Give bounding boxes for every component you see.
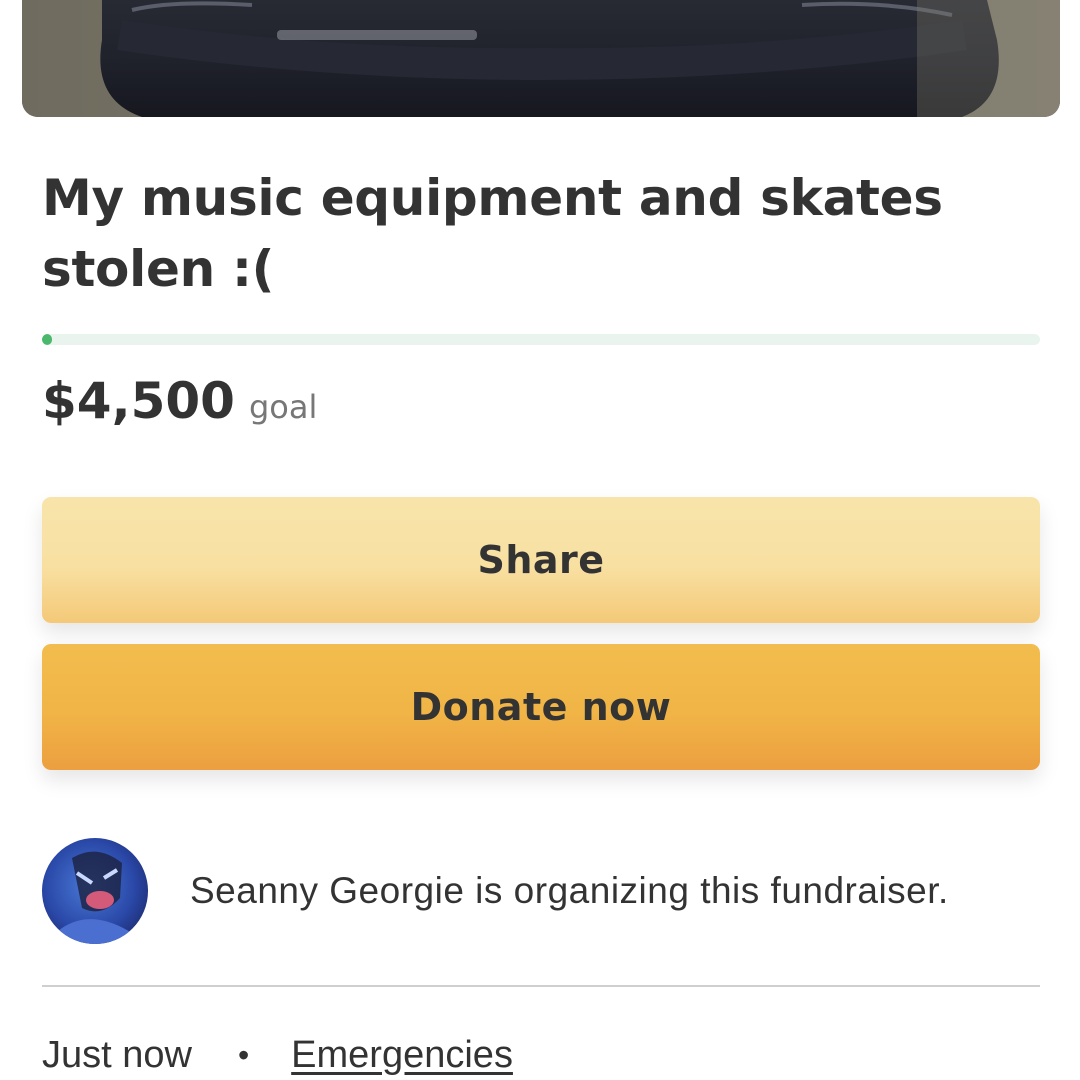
goal-summary: $4,500 goal	[42, 372, 317, 430]
share-button[interactable]: Share	[42, 497, 1040, 623]
donate-now-button[interactable]: Donate now	[42, 644, 1040, 770]
goal-label: goal	[248, 388, 318, 426]
progress-bar	[42, 334, 1040, 345]
meta-separator: •	[237, 1037, 250, 1073]
category-link[interactable]: Emergencies	[291, 1034, 513, 1077]
fundraiser-meta: Just now • Emergencies	[42, 1034, 513, 1077]
cover-photo-car	[22, 0, 1060, 117]
organizer-section: Seanny Georgie is organizing this fundra…	[42, 838, 1040, 944]
fundraiser-title: My music equipment and skates stolen :(	[42, 169, 943, 298]
avatar[interactable]	[42, 838, 148, 944]
posted-time: Just now	[42, 1034, 192, 1076]
organizer-avatar-image	[42, 838, 148, 944]
progress-bar-fill	[42, 334, 52, 345]
divider	[42, 985, 1040, 987]
goal-amount: $4,500	[42, 372, 235, 430]
cover-image[interactable]	[22, 0, 1060, 117]
fundraiser-page: My music equipment and skates stolen :( …	[0, 0, 1080, 1080]
organizer-text: Seanny Georgie is organizing this fundra…	[190, 870, 949, 911]
